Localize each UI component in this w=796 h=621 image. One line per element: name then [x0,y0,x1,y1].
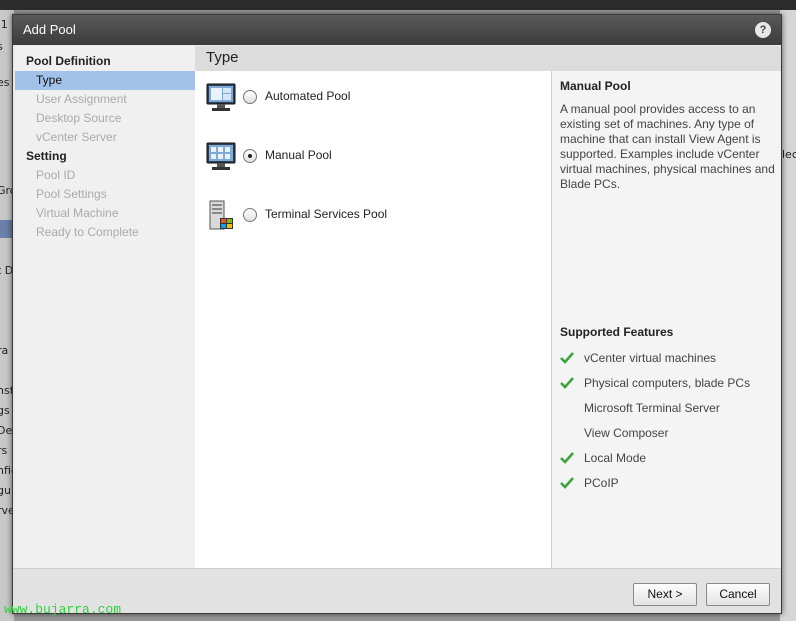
details-panel: Manual Pool A manual pool provides acces… [551,71,781,568]
nav-item-pool-id: Pool ID [36,168,76,182]
supported-features-title: Supported Features [560,325,674,339]
automated-pool-radio[interactable] [243,90,257,104]
nav-item-virtual-machine: Virtual Machine [36,206,119,220]
feature-label: PCoIP [584,476,619,490]
background-label: s [0,40,3,53]
next-button[interactable]: Next > [633,583,697,606]
feature-item: View Composer [560,426,780,442]
nav-item-desktop-source: Desktop Source [36,111,122,125]
details-description: A manual pool provides access to an exis… [560,102,775,191]
feature-item: Microsoft Terminal Server [560,401,780,417]
background-label: :1 [0,18,8,31]
dialog-title: Add Pool [23,22,76,37]
option-manual-pool[interactable]: Manual Pool [205,140,535,174]
nav-section-pool-definition: Pool Definition [26,54,111,68]
background-label: ra [0,344,9,357]
background-app-right-panel: lec [780,10,796,621]
help-icon[interactable]: ? [755,22,771,38]
feature-item: PCoIP [560,476,780,492]
terminal-services-pool-icon [209,200,233,230]
option-label: Manual Pool [265,148,332,162]
check-icon [560,377,574,389]
dialog-titlebar[interactable]: Add Pool ? [13,15,781,45]
nav-item-vcenter-server: vCenter Server [36,130,117,144]
feature-item: vCenter virtual machines [560,351,780,367]
terminal-services-pool-radio[interactable] [243,208,257,222]
feature-label: Physical computers, blade PCs [584,376,751,390]
pool-type-options: Automated Pool Manual Pool Terminal Serv… [195,71,551,568]
option-label: Automated Pool [265,89,351,103]
option-terminal-services-pool[interactable]: Terminal Services Pool [205,199,535,233]
background-label: es [0,76,10,89]
option-label: Terminal Services Pool [265,207,388,221]
nav-item-pool-settings: Pool Settings [36,187,107,201]
page-title: Type [195,46,781,71]
manual-pool-radio[interactable] [243,149,257,163]
feature-label: View Composer [584,426,669,440]
cancel-button[interactable]: Cancel [706,583,770,606]
feature-label: vCenter virtual machines [584,351,717,365]
nav-section-setting: Setting [26,149,67,163]
background-app-topbar [0,0,796,10]
background-label: lec [782,148,796,161]
background-label: rs [0,444,8,457]
option-automated-pool[interactable]: Automated Pool [205,81,535,115]
check-icon [560,352,574,364]
background-label: gs [0,404,10,417]
nav-item-ready-to-complete: Ready to Complete [36,225,139,239]
feature-item: Local Mode [560,451,780,467]
manual-pool-icon [206,142,236,170]
feature-label: Microsoft Terminal Server [584,401,720,415]
add-pool-dialog: Add Pool ? Pool Definition Type User Ass… [12,14,782,614]
feature-item: Physical computers, blade PCs [560,376,780,392]
automated-pool-icon [206,83,236,111]
nav-item-type[interactable]: Type [15,71,195,90]
watermark: www.bujarra.com [4,602,122,617]
feature-label: Local Mode [584,451,647,465]
dialog-footer: Next > Cancel [13,568,781,613]
check-icon [560,477,574,489]
details-title: Manual Pool [560,79,631,93]
wizard-nav: Pool Definition Type User Assignment Des… [15,46,195,568]
nav-item-user-assignment: User Assignment [36,92,127,106]
check-icon [560,452,574,464]
